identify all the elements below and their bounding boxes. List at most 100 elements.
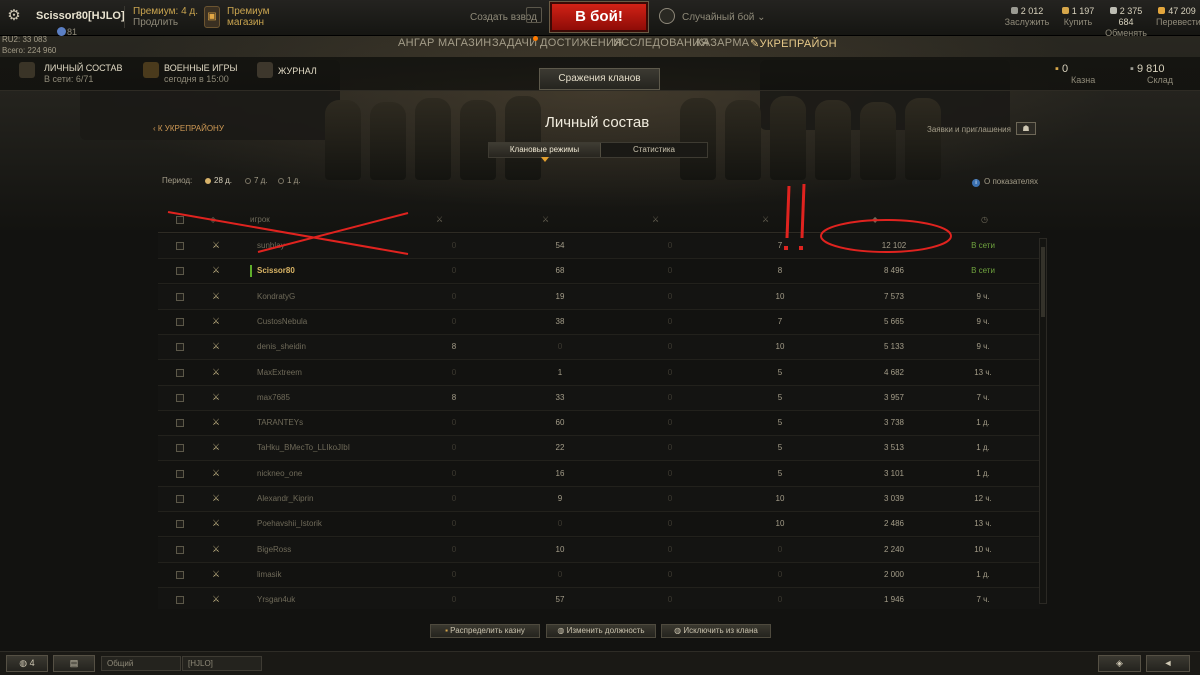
exclude-from-clan-button[interactable]: ◍ Исключить из клана [661,624,771,638]
player-name[interactable]: max7685 [257,393,290,402]
tab-clan-modes[interactable]: Клановые режимы [489,143,601,157]
warehouse[interactable]: ▪ 9 810 Склад [1130,64,1173,86]
table-row[interactable]: ⚔ MaxExtreem 0 1 0 5 4 682 13 ч. [158,361,1040,386]
subnav-journal[interactable]: ЖУРНАЛ [278,66,317,77]
player-name[interactable]: BigeRoss [257,545,291,554]
resource-credits[interactable]: 2 375 684 Обменять [1101,6,1151,39]
stat-column-icon[interactable]: ⚔ [762,215,769,224]
battle-mode-icon[interactable] [659,8,675,24]
table-scrollbar[interactable] [1039,238,1047,604]
clock-icon[interactable]: ◷ [981,215,988,224]
player-name[interactable]: TaHku_BMecTo_LLIkoJIbI [257,443,350,452]
table-row[interactable]: ⚔ limasik 0 0 0 0 2 000 1 д. [158,563,1040,588]
nav-missions[interactable]: ЗАДАЧИ [492,37,537,49]
row-checkbox[interactable] [176,393,184,402]
back-to-stronghold-link[interactable]: ‹ К УКРЕПРАЙОНУ [153,124,224,133]
applications-label[interactable]: Заявки и приглашения [927,125,1011,134]
player-name[interactable]: MaxExtreem [257,368,302,377]
table-row[interactable]: ⚔ CustosNebula 0 38 0 7 5 665 9 ч. [158,310,1040,335]
battle-mode-select[interactable]: Случайный бой ⌄ [682,12,766,23]
treasury[interactable]: ▪ 0 Казна [1055,64,1095,86]
row-checkbox[interactable] [176,545,184,554]
online-friends-button[interactable]: ◍ 4 [6,655,48,672]
table-row[interactable]: ⚔ BigeRoss 0 10 0 0 2 240 10 ч. [158,538,1040,563]
resource-free-xp[interactable]: 2 012 Заслужить [1004,6,1050,28]
row-checkbox[interactable] [176,343,184,352]
subnav-wargames[interactable]: ВОЕННЫЕ ИГРЫ сегодня в 15:00 [164,63,238,85]
row-checkbox[interactable] [176,267,184,276]
player-column-header[interactable]: игрок [250,215,270,224]
period-option-28d[interactable]: 28 д. [205,176,232,185]
select-all-checkbox[interactable] [176,216,184,224]
change-position-button[interactable]: ◍ Изменить должность [546,624,656,638]
table-row[interactable]: ⚔ Scissor80 0 68 0 8 8 496 В сети [158,259,1040,285]
resource-experience[interactable]: 47 209 Перевести [1156,6,1200,28]
player-name[interactable]: nickneo_one [257,469,302,478]
row-checkbox[interactable] [176,242,184,250]
player-name[interactable]: KondratyG [257,292,295,301]
table-row[interactable]: ⚔ sunblay 0 54 0 7 12 102 В сети [158,234,1040,259]
shop-icon[interactable]: ▣ [204,6,220,28]
player-name[interactable]: Alexandr_Kiprin [257,494,313,503]
row-checkbox[interactable] [176,520,184,529]
row-checkbox[interactable] [176,419,184,428]
row-checkbox[interactable] [176,444,184,453]
table-row[interactable]: ⚔ max7685 8 33 0 5 3 957 7 ч. [158,386,1040,411]
player-name[interactable]: Yrsgan4uk [257,595,295,604]
nav-barracks[interactable]: КАЗАРМА [696,37,749,49]
premium-status[interactable]: Премиум: 4 д. Продлить [133,6,198,28]
table-row[interactable]: ⚔ Alexandr_Kiprin 0 9 0 10 3 039 12 ч. [158,487,1040,512]
period-option-1d[interactable]: 1 д. [278,176,301,185]
row-checkbox[interactable] [176,469,184,478]
subnav-personnel[interactable]: ЛИЧНЫЙ СОСТАВ В сети: 6/71 [44,63,123,85]
table-row[interactable]: ⚔ Yrsgan4uk 0 57 0 0 1 946 7 ч. [158,588,1040,609]
player-name[interactable]: TARANTEYs [257,418,303,427]
row-checkbox[interactable] [176,317,184,326]
stat-column-icon[interactable]: ⚔ [436,215,443,224]
stat-column-icon[interactable]: ⚔ [542,215,549,224]
player-name[interactable]: Scissor80 [257,266,295,275]
player-name[interactable]: sunblay [257,241,285,250]
row-checkbox[interactable] [176,570,184,579]
player-name[interactable]: denis_sheidin [257,342,306,351]
row-checkbox[interactable] [176,292,184,301]
indicators-info-link[interactable]: i О показателях [972,177,1038,187]
applications-button[interactable]: ☗ [1016,122,1036,135]
notifications-button[interactable]: ◄ [1146,655,1190,672]
premium-shop-link[interactable]: Премиум магазин [227,6,270,28]
scrollbar-thumb[interactable] [1041,247,1045,317]
nav-shop[interactable]: МАГАЗИН [438,37,492,49]
platoon-icon[interactable] [526,7,542,23]
distribute-treasury-button[interactable]: ▪ Распределить казну [430,624,540,638]
nav-stronghold[interactable]: ✎УКРЕПРАЙОН [750,37,837,50]
table-row[interactable]: ⚔ TARANTEYs 0 60 0 5 3 738 1 д. [158,411,1040,437]
table-row[interactable]: ⚔ TaHku_BMecTo_LLIkoJIbI 0 22 0 5 3 513 1 д. [158,436,1040,462]
table-row[interactable]: ⚔ KondratyG 0 19 0 10 7 573 9 ч. [158,285,1040,310]
premium-extend-link[interactable]: Продлить [133,17,198,28]
table-row[interactable]: ⚔ Poehavshii_Istorik 0 0 0 10 2 486 13 ч. [158,512,1040,538]
gear-icon[interactable]: ⚙ [6,8,22,24]
row-checkbox[interactable] [176,495,184,503]
table-row[interactable]: ⚔ denis_sheidin 8 0 0 10 5 133 9 ч. [158,335,1040,361]
period-option-7d[interactable]: 7 д. [245,176,268,185]
stat-column-icon[interactable]: ⚔ [652,215,659,224]
nav-achievements[interactable]: ДОСТИЖЕНИЯ [540,37,623,49]
player-name[interactable]: CustosNebula [257,317,307,326]
player-name[interactable]: Scissor80[HJLO] [36,10,125,22]
chat-channel-clan[interactable]: [HJLO] [182,656,262,671]
player-name[interactable]: limasik [257,570,281,579]
clan-battles-button[interactable]: Сражения кланов [539,68,660,90]
resource-gold[interactable]: 1 197 Купить [1058,6,1098,28]
battle-button[interactable]: В бой! [549,1,649,33]
rank-column-icon[interactable]: ◈ [210,215,216,224]
nav-research[interactable]: ИССЛЕДОВАНИЯ [613,37,709,49]
chat-channel-general[interactable]: Общий [101,656,181,671]
row-checkbox[interactable] [176,596,184,605]
nav-hangar[interactable]: АНГАР [398,37,435,49]
player-name[interactable]: Poehavshii_Istorik [257,519,322,528]
tab-statistics[interactable]: Статистика [601,143,707,157]
eye-button[interactable]: ◈ [1098,655,1141,672]
row-checkbox[interactable] [176,368,184,377]
chat-button[interactable]: ▤ [53,655,95,672]
stat-column-icon[interactable]: ◆ [872,215,878,224]
